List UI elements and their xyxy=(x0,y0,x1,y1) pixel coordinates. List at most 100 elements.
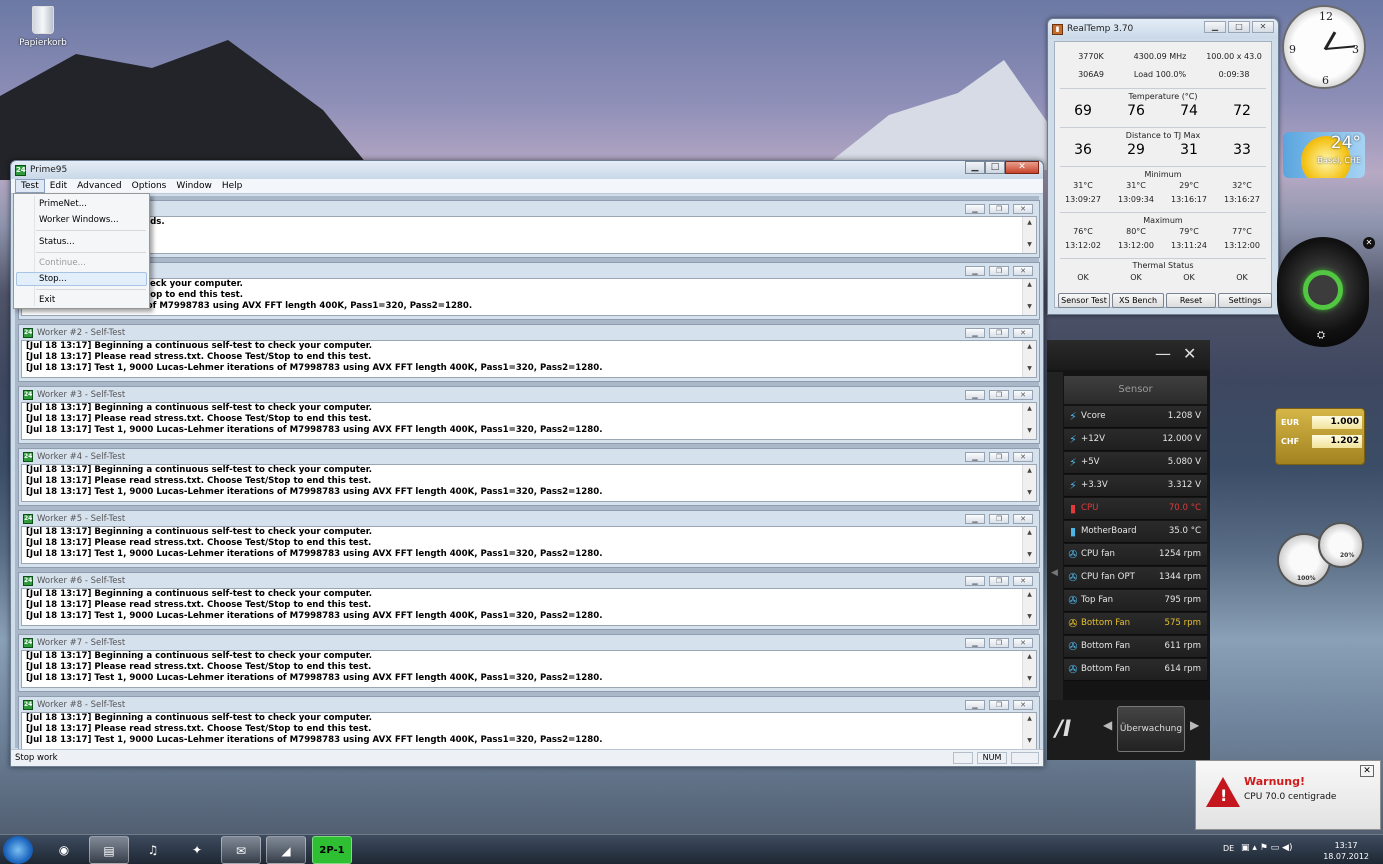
worker-log-text[interactable]: [Jul 18 13:17] Beginning a continuous se… xyxy=(21,650,1037,688)
ai-suite-gadget[interactable]: ⛭ xyxy=(1277,237,1369,347)
child-close-button[interactable]: ✕ xyxy=(1013,638,1033,648)
worker-log-text[interactable]: [Jul 18 13:17] Beginning a continuous se… xyxy=(21,464,1037,502)
sensor-row[interactable]: ✇ Bottom Fan 575 rpm xyxy=(1064,613,1207,635)
reset-button[interactable]: Reset xyxy=(1166,293,1216,308)
folder-taskbar-icon[interactable]: ✉ xyxy=(221,836,261,864)
realtemp-window[interactable]: ▮ RealTemp 3.70 ▁ □ ✕ 3770K 4300.09 MHz … xyxy=(1047,18,1279,315)
menu-item-status[interactable]: Status... xyxy=(39,237,75,247)
sensor-row[interactable]: ✇ Bottom Fan 611 rpm xyxy=(1064,636,1207,658)
child-minimize-button[interactable]: ▁ xyxy=(965,452,985,462)
child-restore-button[interactable]: ❐ xyxy=(989,638,1009,648)
clock-gadget[interactable]: 12 3 6 9 xyxy=(1282,5,1366,89)
menu-edit[interactable]: Edit xyxy=(45,180,72,192)
settings-button[interactable]: Settings xyxy=(1218,293,1272,308)
child-restore-button[interactable]: ❐ xyxy=(989,452,1009,462)
minimize-button[interactable]: ▁ xyxy=(1204,21,1226,33)
sensor-row[interactable]: ⚡ +5V 5.080 V xyxy=(1064,452,1207,474)
prime95-taskbar-icon[interactable]: 2P-1 xyxy=(312,836,352,864)
main-log-titlebar[interactable] xyxy=(19,201,1039,216)
sensor-row[interactable]: ▮ CPU 70.0 °C xyxy=(1064,498,1207,520)
explorer-taskbar-icon[interactable]: ▤ xyxy=(89,836,129,864)
itunes-taskbar-icon[interactable]: ♫ xyxy=(133,836,173,864)
language-indicator[interactable]: DE xyxy=(1223,844,1234,853)
tray-icons[interactable]: ▣ ▴ ⚑ ▭ ◀) xyxy=(1241,843,1292,853)
child-minimize-button[interactable]: ▁ xyxy=(965,638,985,648)
worker-titlebar[interactable]: 24 Worker #5 - Self-Test xyxy=(19,511,1039,526)
worker-log-text[interactable]: [Jul 18 13:17] Beginning a continuous se… xyxy=(21,402,1037,440)
sensor-row[interactable]: ⚡ Vcore 1.208 V xyxy=(1064,406,1207,428)
ai-suite-tool-icon[interactable]: ⛭ xyxy=(1317,330,1325,341)
worker-log-text[interactable]: [Jul 18 13:17] Beginning a continuous se… xyxy=(21,526,1037,564)
sensor-row[interactable]: ✇ CPU fan OPT 1344 rpm xyxy=(1064,567,1207,589)
menu-options[interactable]: Options xyxy=(127,180,172,192)
log-scrollbar[interactable]: ▲ ▼ xyxy=(1022,713,1036,749)
sensor-row[interactable]: ✇ CPU fan 1254 rpm xyxy=(1064,544,1207,566)
clock-tray[interactable]: 13:17 18.07.2012 xyxy=(1323,840,1369,862)
prime95-window[interactable]: 24 Prime95 ▁ □ ✕ Test Edit Advanced Opti… xyxy=(10,160,1044,767)
log-scrollbar[interactable]: ▲ ▼ xyxy=(1022,465,1036,501)
menu-item-worker-windows[interactable]: Worker Windows... xyxy=(39,215,119,225)
child-close-button[interactable]: ✕ xyxy=(1013,700,1033,710)
worker-titlebar[interactable]: 24 Worker #4 - Self-Test xyxy=(19,449,1039,464)
child-close-button[interactable]: ✕ xyxy=(1013,390,1033,400)
child-minimize-button[interactable]: ▁ xyxy=(965,266,985,276)
worker-titlebar[interactable]: 24 Worker #2 - Self-Test xyxy=(19,325,1039,340)
child-restore-button[interactable]: ❐ xyxy=(989,576,1009,586)
worker-window[interactable]: 24 Worker #6 - Self-Test ▁ ❐ ✕ [Jul 18 13:17]… xyxy=(18,572,1040,630)
sensor-monitor-panel[interactable]: — ✕ ◀ Sensor ⚡ Vcore 1.208 V ⚡ +12V 12.000 V ⚡… xyxy=(1047,340,1210,760)
recycle-bin-desktop-icon[interactable]: Papierkorb xyxy=(18,6,68,48)
worker-titlebar[interactable]: 24 Worker #6 - Self-Test xyxy=(19,573,1039,588)
xs-bench-button[interactable]: XS Bench xyxy=(1112,293,1164,308)
sensor-row[interactable]: ✇ Bottom Fan 614 rpm xyxy=(1064,659,1207,681)
worker-titlebar[interactable]: 24 Worker #8 - Self-Test xyxy=(19,697,1039,712)
sensor-row[interactable]: ▮ MotherBoard 35.0 °C xyxy=(1064,521,1207,543)
child-close-button[interactable]: ✕ xyxy=(1013,328,1033,338)
menu-test[interactable]: Test xyxy=(15,179,45,193)
prev-arrow-icon[interactable]: ◀ xyxy=(1103,718,1112,732)
log-scrollbar[interactable]: ▲ ▼ xyxy=(1022,279,1036,315)
sensor-test-button[interactable]: Sensor Test xyxy=(1058,293,1110,308)
worker-window[interactable]: 24 Worker #4 - Self-Test ▁ ❐ ✕ [Jul 18 13:17]… xyxy=(18,448,1040,506)
close-button[interactable]: ✕ xyxy=(1252,21,1274,33)
worker-1-window[interactable]: ▁ ❐ ✕ continuous self-test to check your c… xyxy=(18,262,1040,320)
weather-gadget[interactable]: 24° Basel, CHE xyxy=(1283,132,1365,178)
maximize-button[interactable]: □ xyxy=(985,161,1005,174)
sensor-row[interactable]: ⚡ +3.3V 3.312 V xyxy=(1064,475,1207,497)
app-taskbar-icon[interactable]: ✦ xyxy=(177,836,217,864)
child-close-button[interactable]: ✕ xyxy=(1013,452,1033,462)
ai-suite-taskbar-icon[interactable]: ◢ xyxy=(266,836,306,864)
menu-help[interactable]: Help xyxy=(217,180,248,192)
child-minimize-button[interactable]: ▁ xyxy=(965,700,985,710)
child-minimize-button[interactable]: ▁ xyxy=(965,328,985,338)
worker-titlebar[interactable]: 24 Worker #7 - Self-Test xyxy=(19,635,1039,650)
chf-label[interactable]: CHF xyxy=(1281,437,1299,446)
child-restore-button[interactable]: ❐ xyxy=(989,514,1009,524)
log-scrollbar[interactable]: ▲ ▼ xyxy=(1022,651,1036,687)
log-scrollbar[interactable]: ▲ ▼ xyxy=(1022,589,1036,625)
realtemp-titlebar[interactable]: ▮ RealTemp 3.70 ▁ □ ✕ xyxy=(1048,19,1278,39)
child-restore-button[interactable]: ❐ xyxy=(989,390,1009,400)
child-restore-button[interactable]: ❐ xyxy=(989,266,1009,276)
gadget-close-icon[interactable]: ✕ xyxy=(1363,237,1375,249)
worker-titlebar[interactable]: 24 Worker #3 - Self-Test xyxy=(19,387,1039,402)
sensor-titlebar[interactable]: — ✕ xyxy=(1047,340,1210,370)
menu-item-stop[interactable]: Stop... xyxy=(39,274,67,284)
minimize-button[interactable]: ▁ xyxy=(965,161,985,174)
child-minimize-button[interactable]: ▁ xyxy=(965,390,985,400)
close-icon[interactable]: ✕ xyxy=(1183,344,1196,363)
eur-label[interactable]: EUR xyxy=(1281,418,1299,427)
menu-item-exit[interactable]: Exit xyxy=(39,295,55,305)
child-restore-button[interactable]: ❐ xyxy=(989,700,1009,710)
worker-1-titlebar[interactable] xyxy=(19,263,1039,278)
main-log-window[interactable]: ▁ ❐ ✕ Stopping all worker threads. Executi… xyxy=(18,200,1040,258)
warning-popup[interactable]: ✕ ! Warnung! CPU 70.0 centigrade xyxy=(1195,760,1381,830)
monitoring-mode-button[interactable]: Überwachung xyxy=(1117,706,1185,752)
log-scrollbar[interactable]: ▲ ▼ xyxy=(1022,527,1036,563)
worker-window[interactable]: 24 Worker #2 - Self-Test ▁ ❐ ✕ [Jul 18 13:17]… xyxy=(18,324,1040,382)
menu-window[interactable]: Window xyxy=(171,180,217,192)
log-scrollbar[interactable]: ▲ ▼ xyxy=(1022,403,1036,439)
main-log-text[interactable]: Stopping all worker threads. Execution h… xyxy=(21,216,1037,254)
collapse-arrow-icon[interactable]: ◀ xyxy=(1051,568,1058,578)
worker-log-text[interactable]: [Jul 18 13:17] Beginning a continuous se… xyxy=(21,340,1037,378)
sensor-side-tab[interactable]: ◀ xyxy=(1047,372,1063,702)
